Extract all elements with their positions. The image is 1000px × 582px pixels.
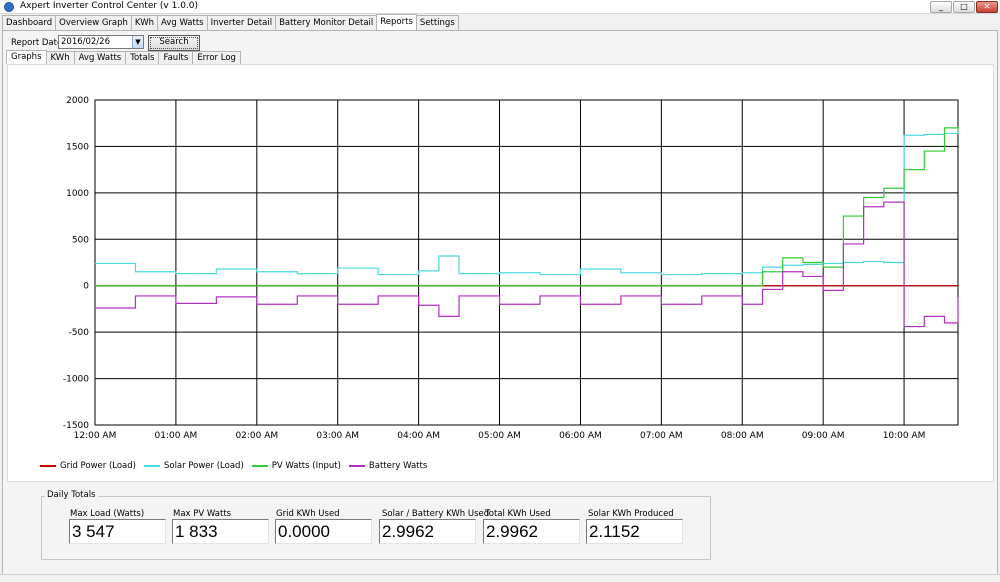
status-bar [0,574,1000,582]
y-tick-label: -500 [69,328,90,338]
tab-overview-graph[interactable]: Overview Graph [55,15,132,30]
solar-battery-kwh-label: Solar / Battery KWh Used [382,509,490,519]
power-chart: 2000 1500 1000 500 0 -500 -1000 -1500 12:00 AM 01… [7,64,994,482]
main-tab-bar: Dashboard Overview Graph KWh Avg Watts I… [2,14,459,31]
x-tick-label: 05:00 AM [478,431,521,441]
legend-swatch [143,465,160,467]
x-tick-label: 01:00 AM [155,431,198,441]
legend-pv-watts: PV Watts (Input) [251,461,341,471]
solar-battery-kwh-value: 2.9962 [379,519,476,544]
tab-avg-watts[interactable]: Avg Watts [157,15,208,30]
legend-label: PV Watts (Input) [271,461,341,471]
chevron-down-icon[interactable]: ▼ [132,36,143,48]
x-tick-label: 07:00 AM [640,431,683,441]
report-date-picker[interactable]: 2016/02/26 ▼ [58,35,144,49]
grid-kwh-value: 0.0000 [275,519,372,544]
subtab-faults[interactable]: Faults [158,51,194,64]
window-title: Axpert Inverter Control Center (v 1.0.0) [20,1,199,11]
close-button[interactable]: ✕ [976,1,998,13]
tab-reports[interactable]: Reports [376,14,417,30]
y-tick-label: 2000 [66,96,89,106]
max-load-value: 3 547 [69,519,166,544]
y-tick-label: 1000 [66,189,89,199]
max-pv-label: Max PV Watts [173,509,232,519]
legend-swatch [251,465,268,467]
report-date-label: Report Date [11,38,63,48]
x-tick-label: 03:00 AM [316,431,359,441]
subtab-totals[interactable]: Totals [125,51,160,64]
legend-label: Battery Watts [368,461,428,471]
legend-battery-watts: Battery Watts [348,461,428,471]
maximize-button[interactable]: □ [953,1,975,13]
tab-settings[interactable]: Settings [415,15,459,30]
x-tick-label: 12:00 AM [74,431,117,441]
tab-kwh[interactable]: KWh [130,15,158,30]
plot-frame [94,99,959,426]
grid-kwh-label: Grid KWh Used [276,509,340,519]
legend-label: Solar Power (Load) [163,461,244,471]
report-subtab-bar: Graphs KWh Avg Watts Totals Faults Error… [6,50,241,65]
tab-inverter-detail[interactable]: Inverter Detail [206,15,277,30]
y-tick-label: -1500 [63,421,89,431]
subtab-avg-watts[interactable]: Avg Watts [73,51,127,64]
legend-grid-power: Grid Power (Load) [40,461,136,471]
y-tick-label: 0 [83,282,89,292]
subtab-graphs[interactable]: Graphs [6,50,47,64]
report-date-value: 2016/02/26 [61,37,110,47]
y-tick-label: 500 [72,235,89,245]
max-pv-value: 1 833 [172,519,269,544]
max-load-label: Max Load (Watts) [70,509,145,519]
title-bar: Axpert Inverter Control Center (v 1.0.0)… [0,0,1000,14]
x-tick-label: 10:00 AM [883,431,926,441]
x-tick-label: 06:00 AM [559,431,602,441]
chart-legend: Grid Power (Load) Solar Power (Load) PV … [40,461,435,471]
legend-label: Grid Power (Load) [60,461,136,471]
x-tick-label: 04:00 AM [397,431,440,441]
solar-kwh-produced-label: Solar KWh Produced [588,509,674,519]
tab-battery-monitor-detail[interactable]: Battery Monitor Detail [275,15,378,30]
legend-swatch [40,465,56,467]
y-tick-label: -1000 [63,375,89,385]
daily-totals-title: Daily Totals [45,490,98,500]
x-tick-label: 09:00 AM [802,431,845,441]
legend-solar-power: Solar Power (Load) [143,461,244,471]
app-icon [4,2,14,12]
minimize-button[interactable]: _ [930,1,952,13]
y-tick-label: 1500 [66,142,89,152]
total-kwh-label: Total KWh Used [485,509,551,519]
total-kwh-value: 2.9962 [483,519,580,544]
daily-totals-group: Daily Totals Max Load (Watts) 3 547 Max … [41,490,711,560]
legend-swatch [348,465,365,467]
x-tick-label: 02:00 AM [235,431,278,441]
subtab-kwh[interactable]: KWh [45,51,75,64]
subtab-error-log[interactable]: Error Log [192,51,241,64]
search-button[interactable]: Search [148,35,200,51]
power-chart-svg: 2000 1500 1000 500 0 -500 -1000 -150012:00 AM 01… [63,96,959,441]
solar-kwh-produced-value: 2.1152 [586,519,683,544]
tab-dashboard[interactable]: Dashboard [2,15,57,30]
x-tick-label: 08:00 AM [721,431,764,441]
